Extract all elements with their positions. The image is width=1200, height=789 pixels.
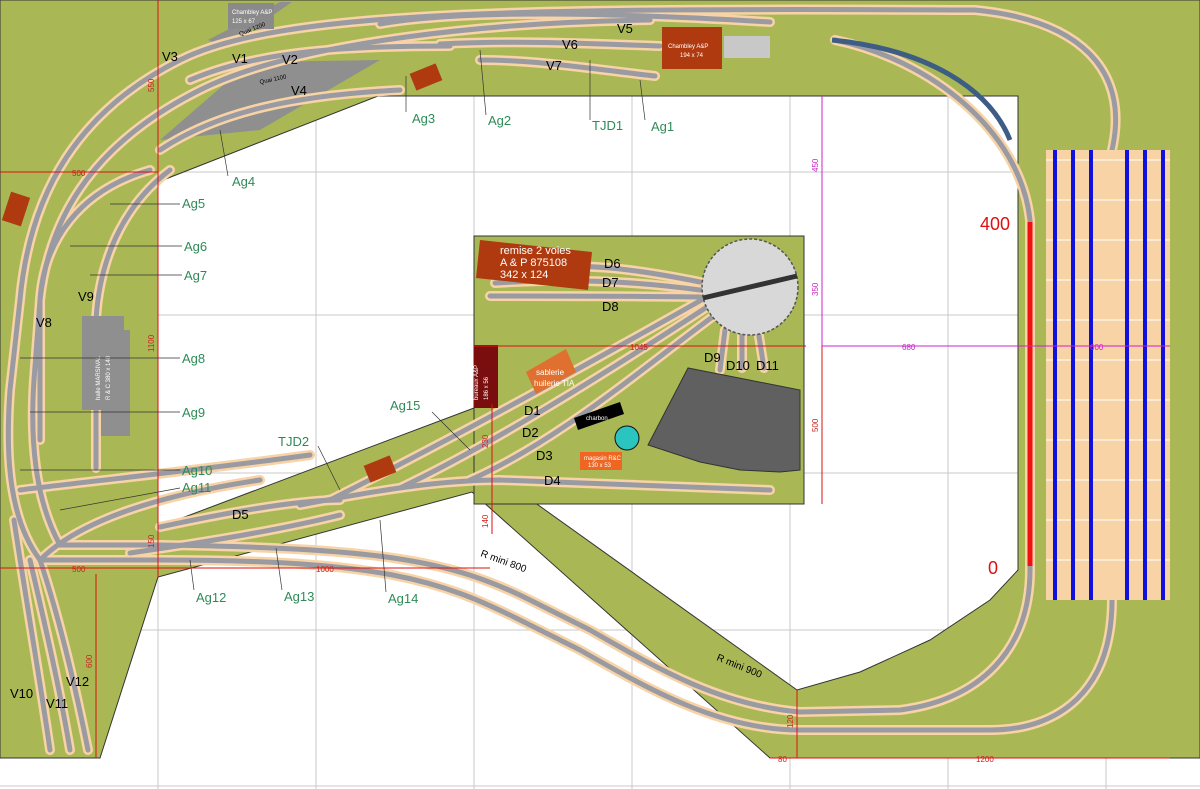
switch-label-ag11: Ag11: [182, 480, 211, 495]
dim-550: 550: [147, 78, 156, 92]
chambley-top-building: Chambley A&P 125 x 67: [228, 3, 274, 29]
track-label-d6: D6: [604, 256, 621, 271]
dim-450: 450: [811, 158, 820, 172]
svg-text:R & C 380 x 140: R & C 380 x 140: [106, 355, 112, 400]
track-label-v7: V7: [546, 58, 562, 73]
dim-80: 80: [778, 755, 787, 764]
svg-text:huilerie TIA: huilerie TIA: [534, 379, 575, 388]
track-label-v10: V10: [10, 686, 33, 701]
dim-500-top: 500: [72, 169, 86, 178]
dim-140: 140: [481, 514, 490, 528]
track-label-v4: V4: [291, 83, 307, 98]
track-label-v3: V3: [162, 49, 178, 64]
dim-120: 120: [786, 714, 795, 728]
svg-text:A & P 875108: A & P 875108: [500, 257, 567, 269]
switch-label-ag5: Ag5: [182, 196, 205, 211]
switch-label-ag12: Ag12: [196, 590, 226, 605]
track-label-v5: V5: [617, 21, 633, 36]
svg-text:Chambley A&P: Chambley A&P: [232, 10, 272, 16]
svg-text:342 x 124: 342 x 124: [500, 269, 548, 281]
svg-text:194 x 74: 194 x 74: [680, 53, 704, 59]
dim-600-yard: 600: [1090, 343, 1104, 352]
svg-text:remise 2 voies: remise 2 voies: [500, 245, 571, 257]
svg-text:magasin R&C: magasin R&C: [584, 456, 622, 462]
water-tower: [614, 425, 640, 451]
track-label-v11: V11: [46, 696, 68, 711]
halle-building: halle MARSIVAL R & C 380 x 140: [82, 316, 124, 410]
chambley-right-building: Chambley A&P 194 x 74: [662, 27, 722, 69]
track-label-d9: D9: [704, 350, 721, 365]
track-label-v6: V6: [562, 37, 578, 52]
track-label-d5: D5: [232, 507, 249, 522]
switch-label-ag7: Ag7: [184, 268, 207, 283]
fiddle-yard: [1027, 150, 1170, 600]
svg-text:sablerie: sablerie: [536, 368, 565, 377]
track-label-d11: D11: [756, 358, 779, 373]
magasin-building: magasin R&C 130 x 53: [580, 452, 622, 470]
track-label-v2: V2: [282, 52, 298, 67]
dim-500-mid: 500: [811, 418, 820, 432]
dim-500-bottom: 500: [72, 565, 86, 574]
switch-label-ag1: Ag1: [651, 119, 674, 134]
dim-1100: 1100: [147, 334, 156, 352]
track-label-d1: D1: [524, 403, 541, 418]
marker-0: 0: [988, 558, 998, 578]
svg-text:bureaux A&P: bureaux A&P: [474, 365, 480, 400]
track-label-v12: V12: [66, 674, 89, 689]
track-label-d10: D10: [726, 358, 750, 373]
switch-label-ag10: Ag10: [182, 463, 212, 478]
switch-label-ag4: Ag4: [232, 174, 255, 189]
switch-label-ag14: Ag14: [388, 591, 418, 606]
radius-800-label: R mini 800: [479, 548, 528, 575]
switch-label-ag2: Ag2: [488, 113, 511, 128]
svg-text:186 x 56: 186 x 56: [484, 376, 490, 400]
dim-1045: 1045: [630, 343, 648, 352]
switch-label-ag13: Ag13: [284, 589, 314, 604]
switch-label-tjd1: TJD1: [592, 118, 623, 133]
dim-600: 600: [85, 654, 94, 668]
svg-text:Chambley A&P: Chambley A&P: [668, 44, 708, 50]
dim-150: 150: [147, 534, 156, 548]
track-label-d2: D2: [522, 425, 539, 440]
switch-label-ag9: Ag9: [182, 405, 205, 420]
svg-text:charbon: charbon: [586, 416, 608, 422]
svg-text:halle MARSIVAL: halle MARSIVAL: [96, 355, 102, 400]
track-label-d3: D3: [536, 448, 553, 463]
dim-1000: 1000: [316, 565, 334, 574]
svg-text:125 x 67: 125 x 67: [232, 19, 256, 25]
track-label-v8: V8: [36, 315, 52, 330]
turntable: [701, 238, 799, 336]
layout-plan: Chambley A&P 125 x 67 Chambley A&P 194 x…: [0, 0, 1200, 789]
switch-label-ag15: Ag15: [390, 398, 420, 413]
switch-label-ag3: Ag3: [412, 111, 435, 126]
switch-label-ag6: Ag6: [184, 239, 207, 254]
marker-400: 400: [980, 214, 1010, 234]
bureaux-building: bureaux A&P 186 x 56: [474, 345, 498, 408]
dim-680: 680: [902, 343, 916, 352]
dim-350: 350: [811, 282, 820, 296]
grey-block: [724, 36, 770, 58]
dim-1200: 1200: [976, 755, 994, 764]
track-label-d4: D4: [544, 473, 561, 488]
track-label-d8: D8: [602, 299, 619, 314]
track-label-v9: V9: [78, 289, 94, 304]
switch-label-tjd2: TJD2: [278, 434, 309, 449]
track-label-v1: V1: [232, 51, 248, 66]
dim-230: 230: [481, 434, 490, 448]
svg-text:130 x 53: 130 x 53: [588, 463, 612, 469]
switch-label-ag8: Ag8: [182, 351, 205, 366]
track-label-d7: D7: [602, 275, 619, 290]
